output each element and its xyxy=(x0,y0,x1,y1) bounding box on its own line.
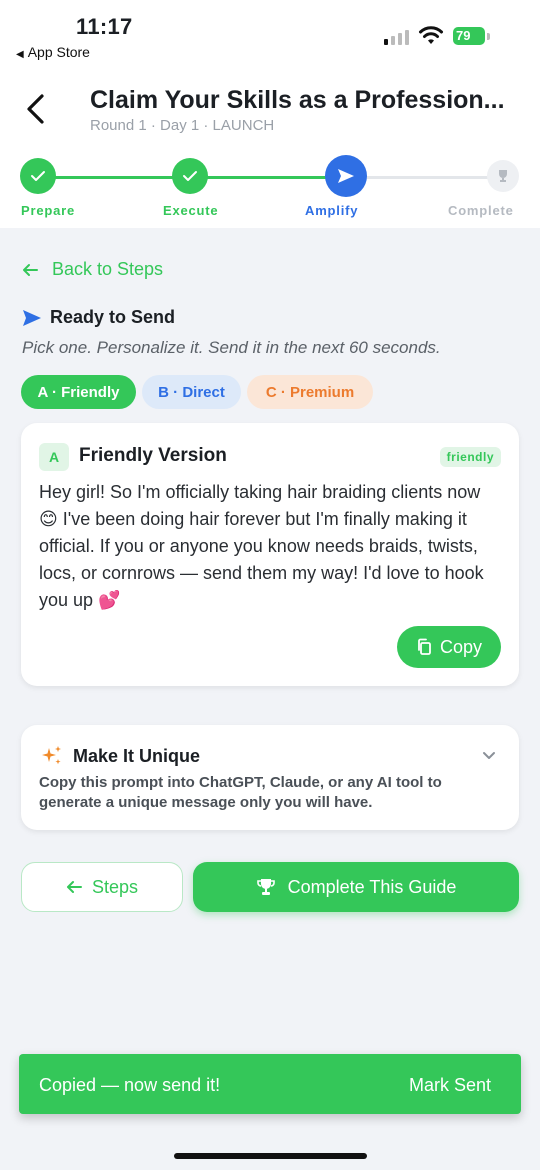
step-label-prepare: Prepare xyxy=(21,203,76,218)
ready-subtitle: Pick one. Personalize it. Send it in the… xyxy=(22,338,441,357)
step-label-execute: Execute xyxy=(163,203,219,218)
battery-indicator: 79 xyxy=(453,27,485,45)
wifi-icon xyxy=(419,26,443,44)
friendly-version-card: A Friendly Version friendly Hey girl! So… xyxy=(21,423,519,686)
step-connector-2 xyxy=(190,176,346,179)
back-to-app-link[interactable]: ◀ App Store xyxy=(16,44,90,60)
copy-icon xyxy=(418,638,431,655)
send-icon xyxy=(338,169,354,183)
back-to-steps-label: Back to Steps xyxy=(52,259,164,279)
message-text: Hey girl! So I'm officially taking hair … xyxy=(39,482,484,610)
send-icon xyxy=(23,309,41,326)
step-execute-dot[interactable] xyxy=(172,158,208,194)
version-tag: friendly xyxy=(439,447,501,467)
trophy-icon xyxy=(499,170,507,182)
ready-to-send-heading: Ready to Send xyxy=(22,307,175,328)
unique-title-text: Make It Unique xyxy=(73,745,201,766)
ready-title-text: Ready to Send xyxy=(50,307,176,327)
back-triangle-icon: ◀ xyxy=(16,49,24,60)
steps-button[interactable]: Steps xyxy=(21,862,183,912)
cellular-signal-icon xyxy=(384,30,409,45)
version-badge: A xyxy=(39,443,69,471)
steps-button-label: Steps xyxy=(91,876,139,897)
battery-level: 79 xyxy=(456,28,471,43)
chip-friendly[interactable]: A · Friendly xyxy=(21,375,136,409)
step-complete-dot[interactable] xyxy=(487,160,519,192)
mark-sent-button[interactable]: Mark Sent xyxy=(409,1075,491,1096)
arrow-left-icon xyxy=(66,881,82,893)
sparkles-icon xyxy=(42,746,61,765)
status-time: 11:17 xyxy=(76,14,133,39)
battery-tip xyxy=(487,33,490,40)
arrow-left-icon xyxy=(23,263,38,276)
check-icon xyxy=(183,171,197,181)
chip-premium[interactable]: C · Premium xyxy=(247,375,373,409)
step-label-complete: Complete xyxy=(448,203,514,218)
step-amplify-dot[interactable] xyxy=(325,155,367,197)
check-icon xyxy=(31,171,45,181)
page-subtitle: Round 1 · Day 1 · LAUNCH xyxy=(90,117,275,134)
back-to-steps-link[interactable]: Back to Steps xyxy=(22,259,163,280)
toast-message: Copied — now send it! xyxy=(39,1075,221,1095)
chip-direct[interactable]: B · Direct xyxy=(142,375,241,409)
unique-title: Make It Unique xyxy=(41,745,200,767)
chevron-down-icon[interactable] xyxy=(481,749,497,763)
back-app-label: App Store xyxy=(27,44,90,60)
step-connector-1 xyxy=(38,176,188,179)
step-connector-3 xyxy=(346,176,502,179)
complete-button-label: Complete This Guide xyxy=(287,876,457,897)
version-title: Friendly Version xyxy=(79,445,227,466)
copy-button[interactable]: Copy xyxy=(397,626,501,668)
step-prepare-dot[interactable] xyxy=(20,158,56,194)
home-indicator[interactable] xyxy=(174,1153,367,1159)
complete-guide-button[interactable]: Complete This Guide xyxy=(193,862,519,912)
copy-label: Copy xyxy=(439,636,483,657)
nav-back-chevron-icon[interactable] xyxy=(22,92,52,126)
page-title: Claim Your Skills as a Profession... xyxy=(90,86,505,114)
step-label-amplify: Amplify xyxy=(305,203,359,218)
copied-toast: Copied — now send it! Mark Sent xyxy=(19,1054,521,1114)
make-it-unique-card[interactable]: Make It Unique Copy this prompt into Cha… xyxy=(21,725,519,830)
trophy-icon xyxy=(256,879,275,895)
unique-description: Copy this prompt into ChatGPT, Claude, o… xyxy=(39,774,442,811)
